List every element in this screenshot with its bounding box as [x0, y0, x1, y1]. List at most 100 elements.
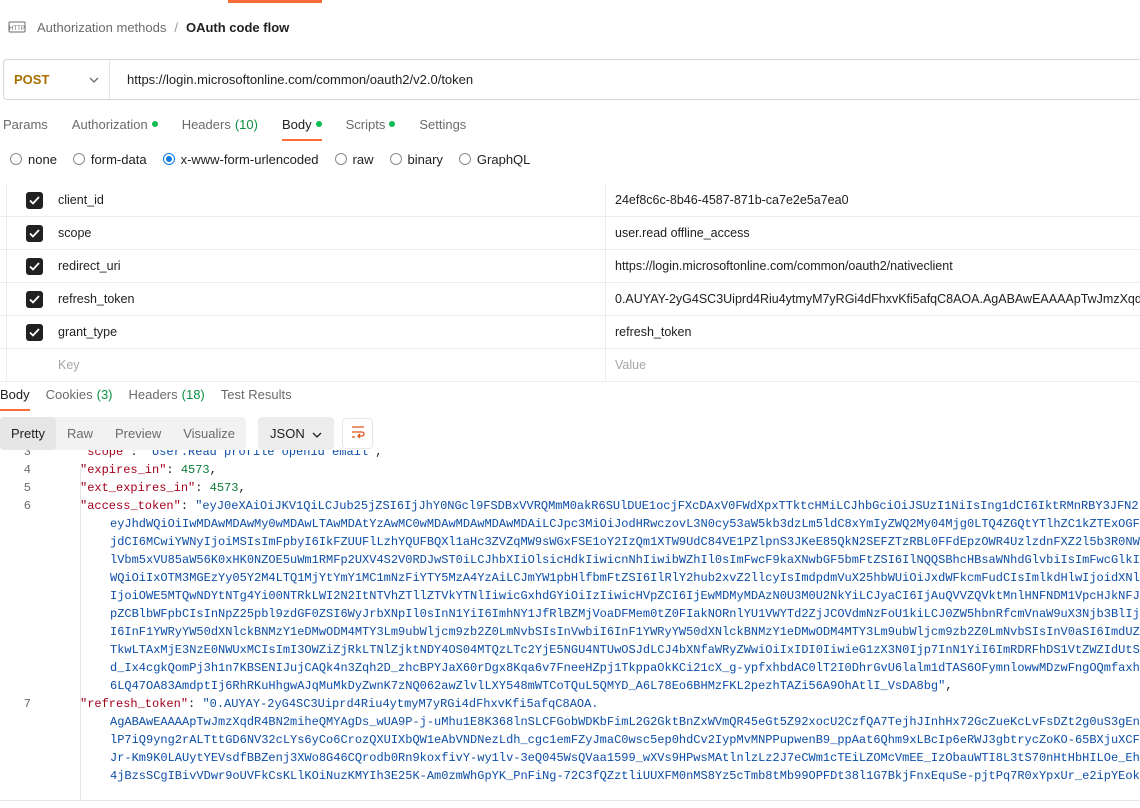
json-key: "expires_in" — [80, 463, 167, 477]
row-divider — [6, 349, 7, 381]
param-key[interactable]: scope — [58, 226, 91, 240]
tab-response-body[interactable]: Body — [0, 383, 30, 411]
method-select[interactable]: POST — [4, 60, 110, 99]
line-number: 3 — [23, 450, 31, 459]
json-value-continued: I6InF1YWRyYW50dXNlckBNMzY1eDMwODM4MTY3Lm… — [110, 625, 1140, 639]
status-dot-icon — [389, 121, 396, 127]
wrap-lines-icon — [350, 425, 366, 442]
json-value: 4573 — [209, 481, 239, 495]
code-text: "access_token": "eyJ0eXAiOiJKV1QiLCJub25… — [80, 497, 1139, 515]
body-mode-none[interactable]: none — [10, 152, 57, 167]
json-colon: : — [166, 463, 181, 477]
format-label: JSON — [270, 426, 305, 441]
body-mode-raw[interactable]: raw — [334, 151, 374, 167]
tab-test-results[interactable]: Test Results — [221, 383, 292, 405]
tab-label: Cookies — [45, 386, 93, 402]
checkbox-checked-icon[interactable] — [26, 258, 43, 275]
param-value[interactable]: https://login.microsoftonline.com/common… — [615, 259, 953, 273]
tab-headers[interactable]: Headers (10) — [182, 110, 258, 138]
json-value-continued: 4jBzsSCgIBivVDwr9oUVFkCsKLlKOiNuzKMYIh3E… — [110, 769, 1140, 783]
tab-label: Authorization — [71, 116, 148, 132]
code-line: TkwLTAxMjE3NzE0NWUxMCIsImI3OWZiZjRkLTNlZ… — [0, 641, 1140, 659]
format-select[interactable]: JSON — [258, 417, 335, 450]
tab-label: Settings — [419, 116, 467, 132]
code-text: "ext_expires_in": 4573, — [80, 479, 246, 497]
body-mode-form-data[interactable]: form-data — [72, 151, 147, 167]
code-line: 7 "refresh_token": "0.AUYAY-2yG4SC3Uiprd4… — [0, 695, 1140, 713]
json-value: "eyJ0eXAiOiJKV1QiLCJub25jZSI6IjJhY0NGcl9… — [195, 499, 1139, 513]
json-key: "access_token" — [80, 499, 181, 513]
view-pretty-button[interactable]: Pretty — [0, 417, 56, 450]
wrap-lines-button[interactable] — [342, 418, 374, 449]
param-value[interactable]: 0.AUYAY-2yG4SC3Uiprd4Riu4ytmyM7yRGi4dFhx… — [615, 292, 1140, 306]
chevron-down-icon — [312, 426, 322, 441]
param-row: refresh_token 0.AUYAY-2yG4SC3Uiprd4Riu4yt… — [0, 283, 1140, 316]
code-line: 5 "ext_expires_in": 4573, — [0, 479, 1140, 497]
json-value: "User.Read profile openid email" — [144, 450, 376, 459]
chevron-down-icon — [89, 77, 99, 83]
value-placeholder[interactable]: Value — [615, 358, 646, 372]
param-key[interactable]: redirect_uri — [58, 259, 121, 273]
radio-label: form-data — [90, 151, 147, 167]
checkbox-checked-icon[interactable] — [26, 324, 43, 341]
radio-icon — [10, 153, 22, 165]
json-value-continued: AgABAwEAAAApTwJmzXqdR4BN2miheQMYAgDs_wUA… — [110, 715, 1140, 729]
view-mode-segmented: Pretty Raw Preview Visualize — [0, 417, 247, 450]
url-input[interactable]: https://login.microsoftonline.com/common… — [110, 72, 473, 87]
tab-label: Body — [0, 386, 30, 402]
postman-request-view: HTTP Authorization methods / OAuth code … — [0, 0, 1140, 808]
column-divider — [605, 184, 606, 216]
view-raw-button[interactable]: Raw — [56, 417, 104, 450]
body-mode-binary[interactable]: binary — [389, 152, 443, 167]
radio-label: raw — [352, 151, 374, 167]
tab-count: (3) — [96, 386, 113, 402]
param-key[interactable]: refresh_token — [58, 292, 134, 306]
param-value[interactable]: 24ef8c6c-8b46-4587-871b-ca7e2e5a7ea0 — [615, 193, 849, 207]
breadcrumb-parent[interactable]: Authorization methods — [37, 20, 166, 35]
line-number: 5 — [23, 481, 31, 495]
json-colon: : — [180, 499, 196, 513]
view-visualize-button[interactable]: Visualize — [172, 417, 246, 450]
tab-params[interactable]: Params — [3, 110, 48, 138]
radio-label: GraphQL — [476, 151, 531, 167]
json-value-continued: lP7iQ9yng2rALTttGD6NV32cLYs6yCo6CrozQXUI… — [110, 733, 1140, 747]
code-text: AgABAwEAAAApTwJmzXqdR4BN2miheQMYAgDs_wUA… — [110, 713, 1140, 731]
param-value[interactable]: refresh_token — [615, 325, 691, 339]
json-value-continued: eyJhdWQiOiIwMDAwMDAwMy0wMDAwLTAwMDAtYzAw… — [110, 517, 1140, 531]
param-key[interactable]: client_id — [58, 193, 104, 207]
json-colon: : — [188, 697, 203, 711]
row-divider — [6, 283, 7, 315]
checkbox-checked-icon[interactable] — [26, 192, 43, 209]
json-value: 4573 — [180, 463, 210, 477]
param-key[interactable]: grant_type — [58, 325, 117, 339]
column-divider — [605, 283, 606, 315]
row-divider — [6, 184, 7, 216]
body-mode-graphql[interactable]: GraphQL — [458, 151, 531, 167]
body-mode-urlencoded[interactable]: x-www-form-urlencoded — [162, 152, 319, 167]
param-value[interactable]: user.read offline_access — [615, 226, 750, 240]
code-line: lVbm5xVU85aW56K0xHK0NZOE5uWm1RMFp2UXV4S2… — [0, 551, 1140, 569]
json-value-continued: d_Ix4cgkQomPj3h1n7KBSENIJujCAQk4n3Zqh2D_… — [110, 661, 1140, 675]
params-table: client_id 24ef8c6c-8b46-4587-871b-ca7e2e5… — [0, 184, 1140, 382]
code-line: jdCI6MCwiYWNyIjoiMSIsImFpbyI6IkFZUUFlLzh… — [0, 533, 1140, 551]
tab-body[interactable]: Body — [281, 110, 322, 141]
view-preview-button[interactable]: Preview — [104, 417, 172, 450]
tab-scripts[interactable]: Scripts — [346, 110, 396, 138]
json-value-continued: pZCBlbWFpbCIsInNpZ25pbl9zdGF0ZSI6WyJrbXN… — [110, 607, 1140, 621]
checkbox-checked-icon[interactable] — [26, 225, 43, 242]
tab-response-headers[interactable]: Headers (18) — [129, 383, 205, 405]
status-footer — [0, 800, 1140, 808]
param-row: client_id 24ef8c6c-8b46-4587-871b-ca7e2e5… — [0, 184, 1140, 217]
tab-settings[interactable]: Settings — [419, 110, 466, 138]
json-key: "refresh_token" — [80, 697, 189, 711]
code-line: Jr-Km9K0LAUytYEVsdfBBZenj3XWo8G46CQrodb0… — [0, 749, 1140, 767]
breadcrumb-current[interactable]: OAuth code flow — [186, 20, 289, 35]
key-placeholder[interactable]: Key — [58, 358, 80, 372]
row-divider — [6, 217, 7, 249]
column-divider — [605, 316, 606, 348]
tab-response-cookies[interactable]: Cookies (3) — [46, 383, 113, 405]
checkbox-checked-icon[interactable] — [26, 291, 43, 308]
code-text: I6InF1YWRyYW50dXNlckBNMzY1eDMwODM4MTY3Lm… — [110, 623, 1140, 641]
tab-authorization[interactable]: Authorization — [72, 110, 158, 138]
response-code-viewer[interactable]: 3 "scope": "User.Read profile openid emai… — [0, 450, 1140, 800]
